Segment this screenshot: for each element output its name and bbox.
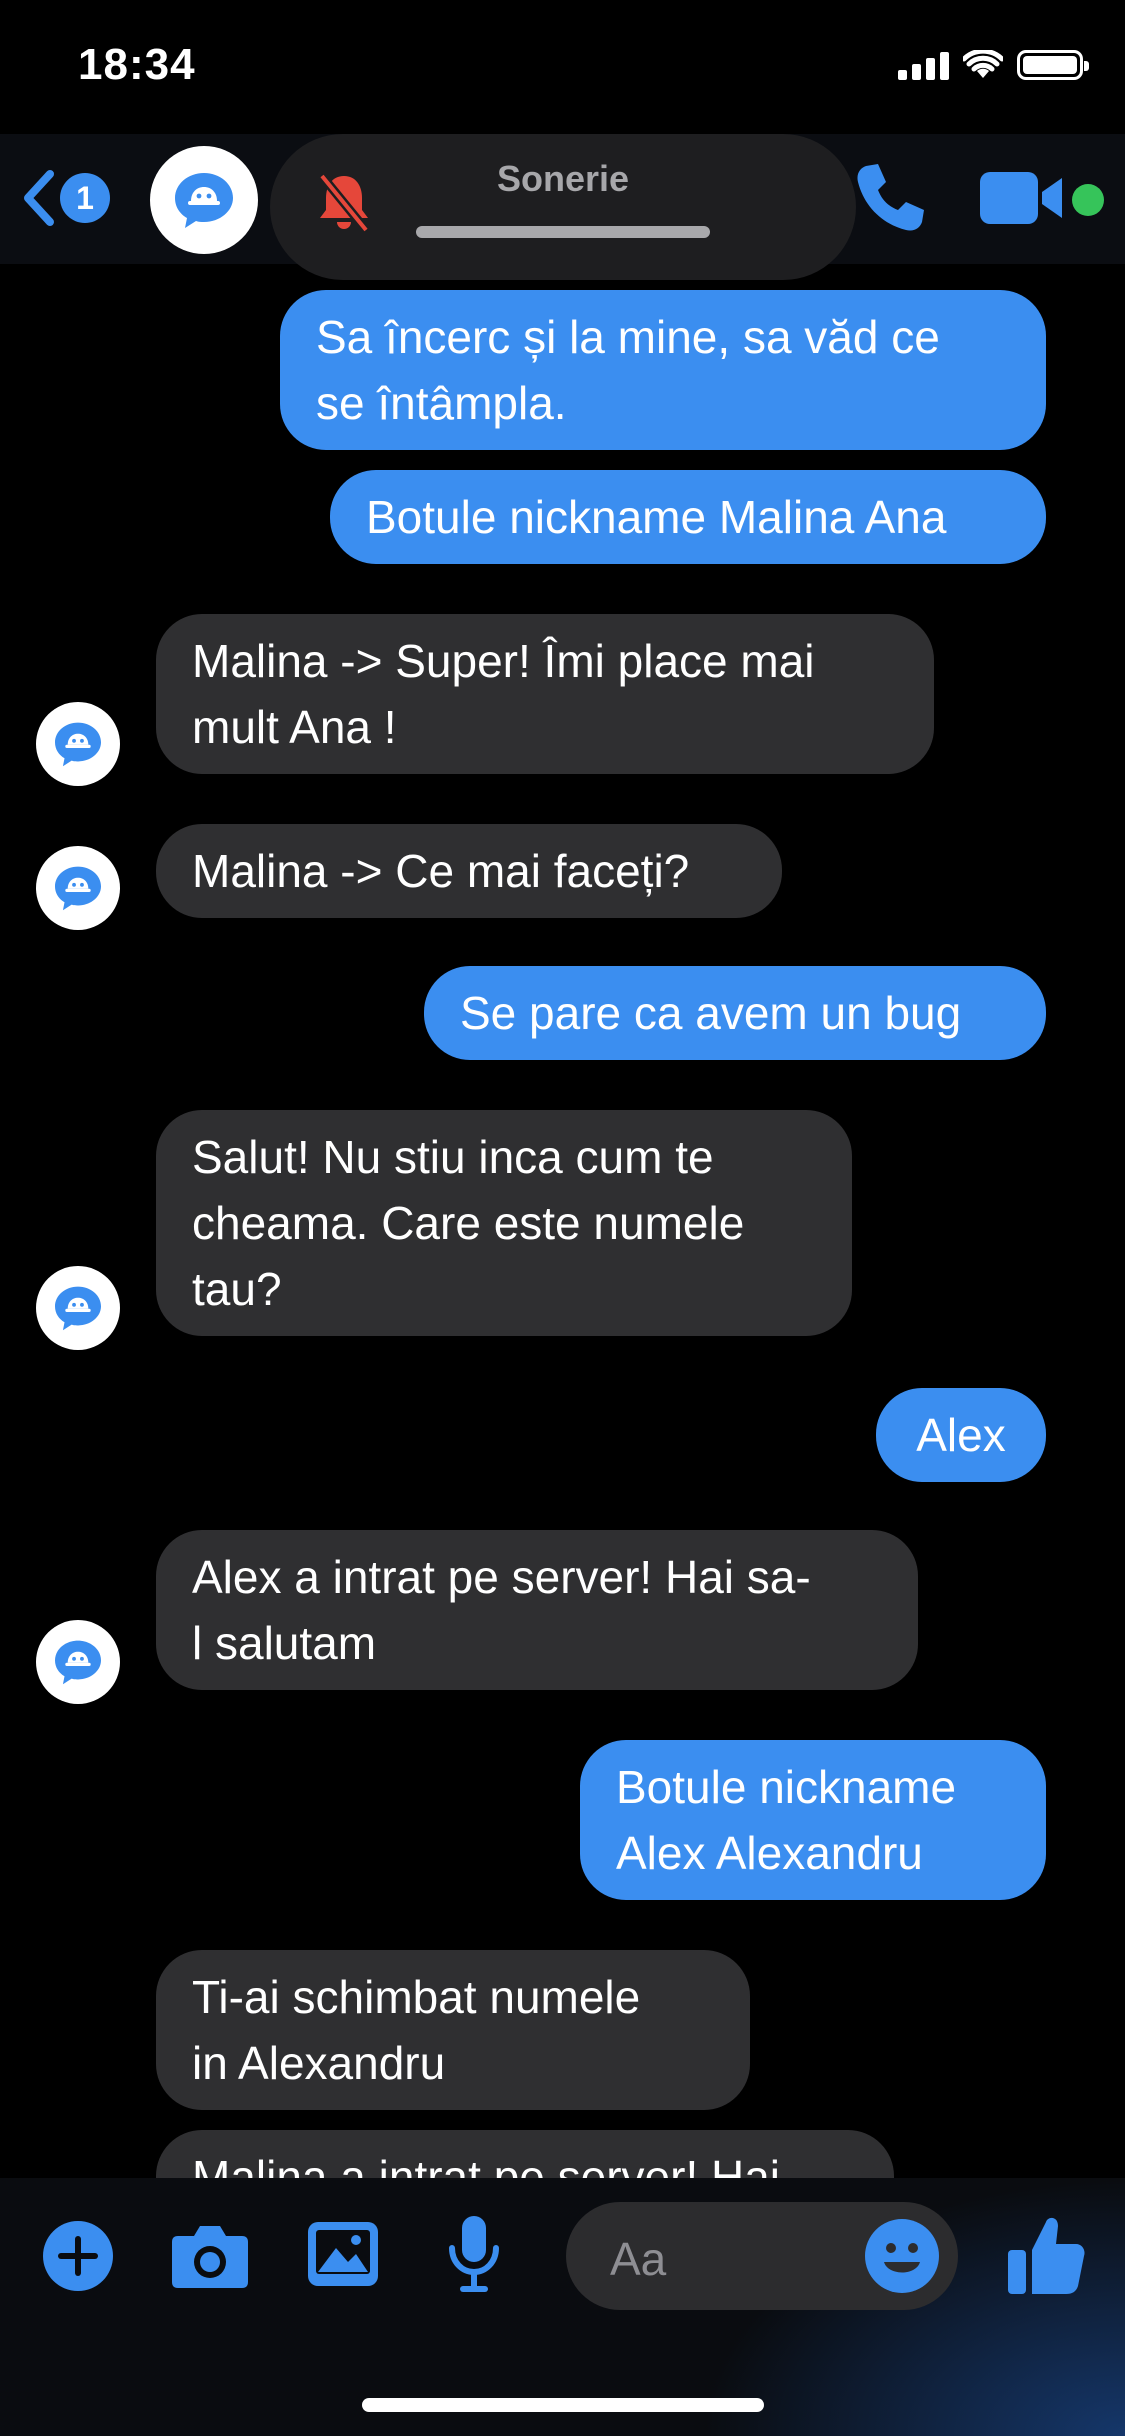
bot-avatar-icon [175,173,233,228]
bot-avatar[interactable] [36,846,120,930]
bot-avatar[interactable] [36,1266,120,1350]
message-incoming[interactable]: Salut! Nu stiu inca cum te cheama. Care … [156,1110,852,1336]
message-outgoing[interactable]: Botule nickname Malina Ana [330,470,1046,564]
message-outgoing[interactable]: Sa încerc și la mine, sa văd ce se întâm… [280,290,1046,450]
bot-avatar-icon [55,866,101,911]
signal-icon [898,50,949,80]
thumbs-up-icon[interactable] [1006,2212,1086,2296]
message-incoming[interactable]: Malina a intrat pe server! Hai [156,2130,894,2178]
message-outgoing[interactable]: Botule nickname Alex Alexandru [580,1740,1046,1900]
bot-avatar-icon [55,1286,101,1331]
home-indicator[interactable] [362,2398,764,2412]
message-outgoing[interactable]: Se pare ca avem un bug [424,966,1046,1060]
ringer-label: Sonerie [496,158,630,199]
emoji-icon[interactable] [864,2218,940,2294]
video-camera-icon[interactable] [978,168,1064,228]
camera-icon[interactable] [170,2220,250,2292]
bot-avatar[interactable] [36,702,120,786]
message-input[interactable]: Aa [566,2202,958,2310]
message-input-placeholder: Aa [610,2233,667,2285]
bot-avatar[interactable] [36,1620,120,1704]
wifi-icon [963,50,1003,78]
ringer-switch[interactable]: Sonerie [270,134,856,280]
message-incoming[interactable]: Alex a intrat pe server! Hai sa- l salut… [156,1530,918,1690]
back-button[interactable]: 1 [22,168,110,228]
bot-avatar-icon [55,1640,101,1685]
plus-icon[interactable] [42,2220,114,2292]
message-incoming[interactable]: Malina -> Super! Îmi place mai mult Ana … [156,614,934,774]
status-icons [898,50,1089,80]
message-outgoing[interactable]: Alex [876,1388,1046,1482]
message-incoming[interactable]: Malina -> Ce mai faceți? [156,824,782,918]
bot-avatar-icon [55,722,101,767]
ringer-slider[interactable] [416,226,710,238]
message-incoming[interactable]: Ti-ai schimbat numele in Alexandru [156,1950,750,2110]
bot-avatar[interactable] [150,146,258,254]
battery-icon [1017,50,1089,80]
phone-icon[interactable] [852,160,928,236]
photo-icon[interactable] [306,2218,380,2290]
unread-badge: 1 [60,173,110,223]
status-time: 18:34 [78,40,196,89]
online-status-dot [1072,184,1104,216]
back-chevron-icon [24,170,54,226]
microphone-icon[interactable] [446,2214,502,2294]
